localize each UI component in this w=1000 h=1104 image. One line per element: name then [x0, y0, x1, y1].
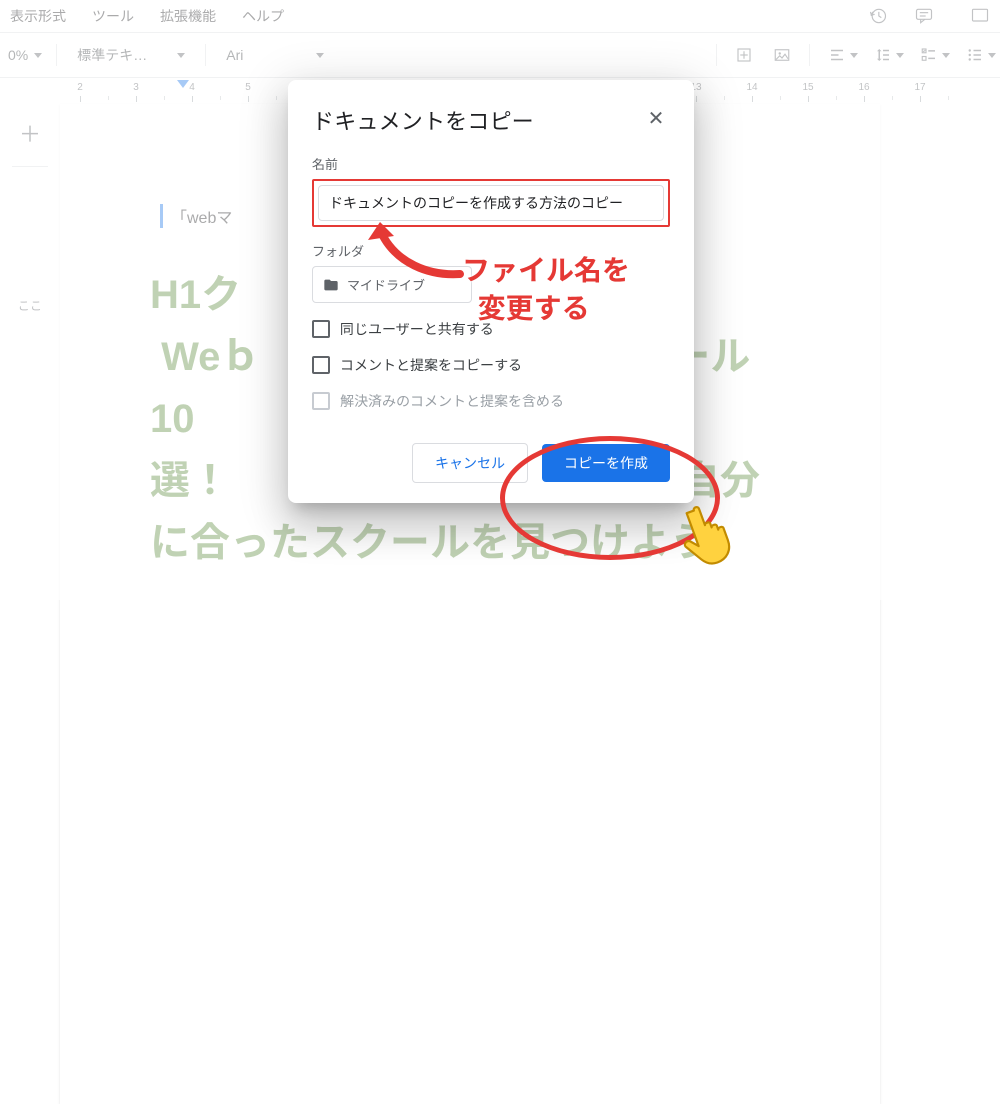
folder-name: マイドライブ — [347, 275, 425, 294]
folder-picker-button[interactable]: マイドライブ — [312, 266, 472, 303]
include-resolved-checkbox: 解決済みのコメントと提案を含める — [312, 391, 670, 411]
close-icon[interactable]: ✕ — [642, 104, 670, 132]
cancel-button[interactable]: キャンセル — [412, 443, 528, 483]
checkbox-icon — [312, 356, 330, 374]
name-label: 名前 — [312, 154, 670, 173]
annotation-name-highlight — [312, 179, 670, 227]
folder-icon — [323, 277, 339, 293]
share-same-users-checkbox[interactable]: 同じユーザーと共有する — [312, 319, 670, 339]
create-copy-button[interactable]: コピーを作成 — [542, 444, 670, 482]
folder-label: フォルダ — [312, 241, 670, 260]
dialog-title: ドキュメントをコピー — [312, 104, 534, 136]
dialog-actions: キャンセル コピーを作成 — [312, 443, 670, 483]
copy-comments-checkbox[interactable]: コメントと提案をコピーする — [312, 355, 670, 375]
checkbox-icon — [312, 392, 330, 410]
copy-document-dialog: ドキュメントをコピー ✕ 名前 フォルダ マイドライブ 同じユーザーと共有する … — [288, 80, 694, 503]
checkbox-icon — [312, 320, 330, 338]
document-name-input[interactable] — [318, 185, 664, 221]
